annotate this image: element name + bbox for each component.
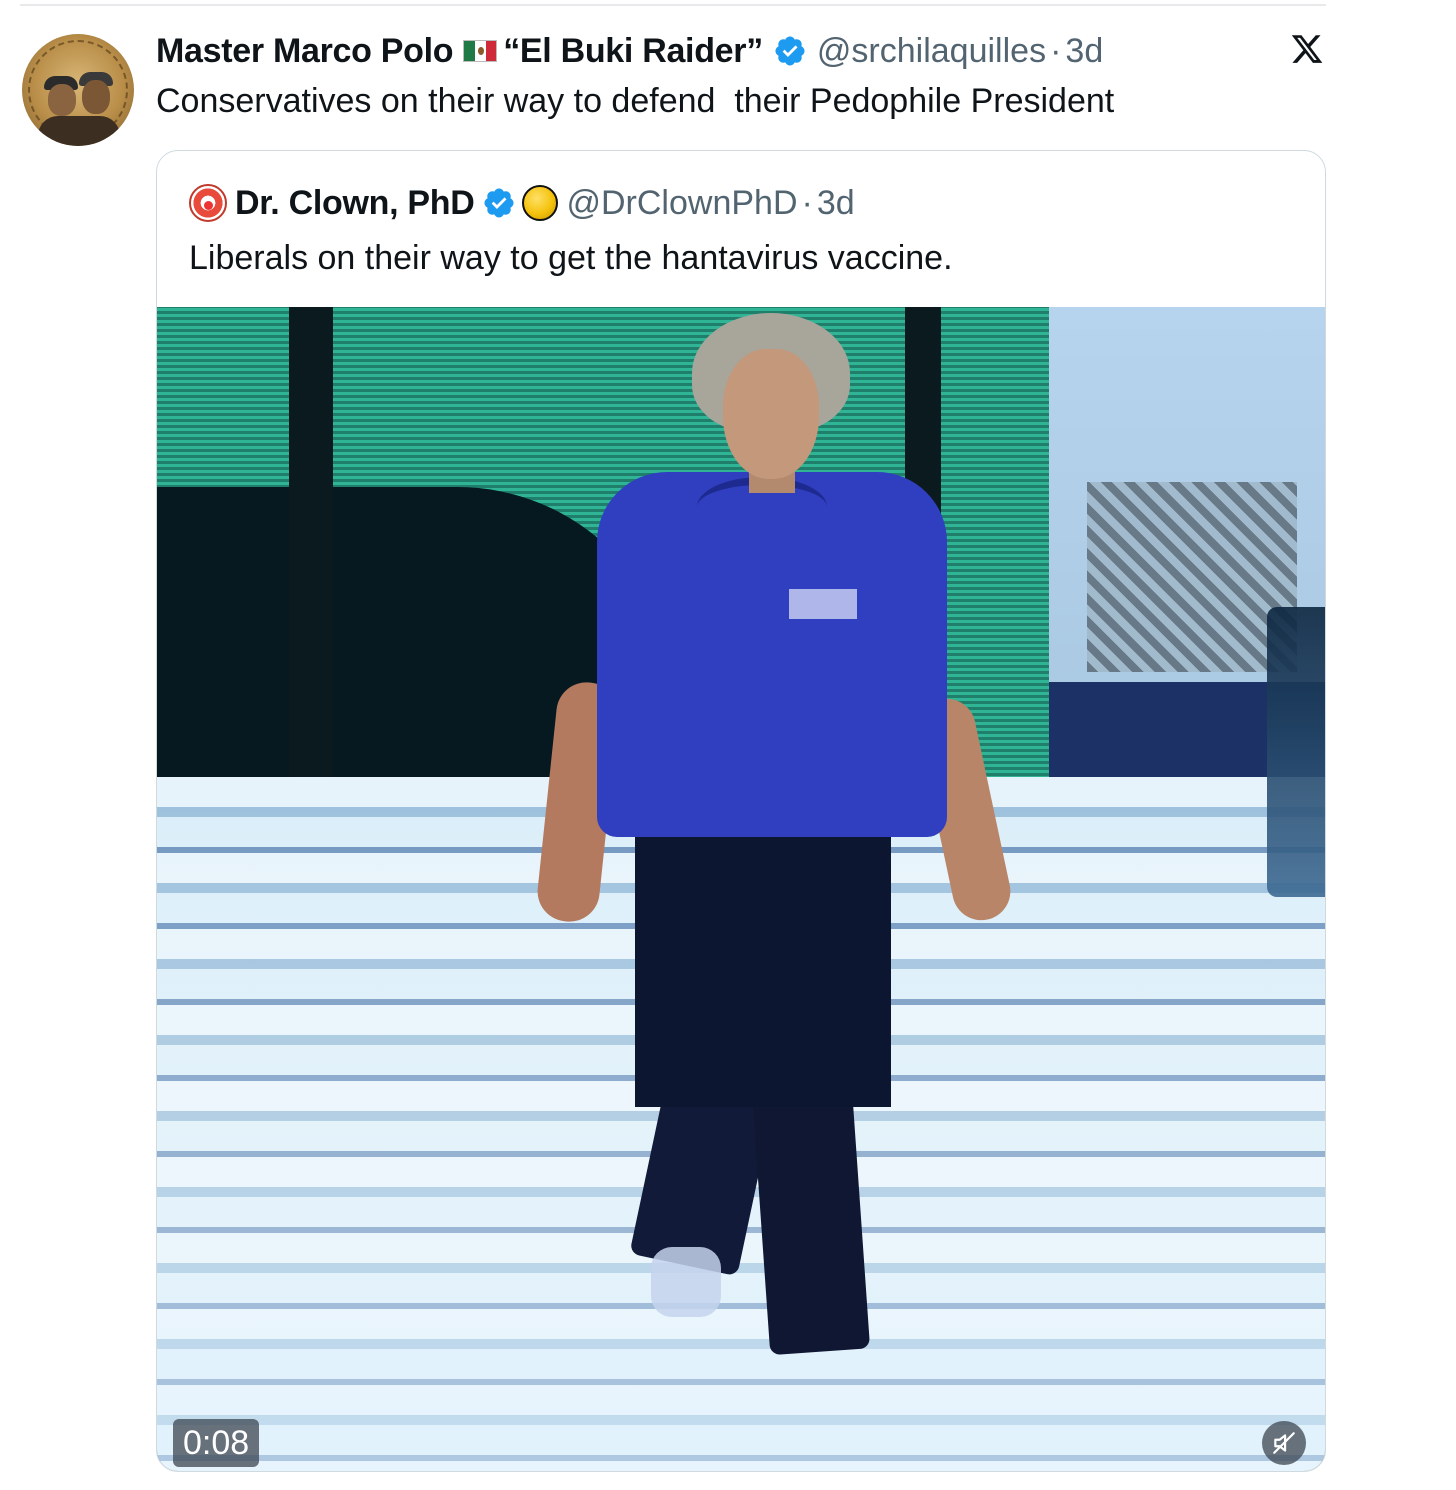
author-name[interactable]: Master Marco Polo bbox=[156, 32, 454, 71]
tweet-text: Conservatives on their way to defend the… bbox=[156, 82, 1115, 120]
video-pillar bbox=[289, 307, 333, 797]
quoted-tweet-time[interactable]: 3d bbox=[817, 184, 855, 223]
muted-speaker-icon bbox=[1273, 1432, 1295, 1454]
mute-button[interactable] bbox=[1262, 1421, 1306, 1465]
tweet-header: Master Marco Polo “El Buki Raider” @srch… bbox=[156, 28, 1103, 74]
quoted-tweet-card[interactable]: Dr. Clown, PhD @DrClownPhD · 3d Liberals… bbox=[156, 150, 1326, 1472]
video-side-object bbox=[1267, 607, 1325, 897]
quoted-author-avatar[interactable] bbox=[189, 184, 227, 222]
author-handle[interactable]: @srchilaquilles bbox=[817, 32, 1046, 71]
figure-right-leg bbox=[751, 1083, 871, 1356]
author-nickname[interactable]: “El Buki Raider” bbox=[503, 32, 763, 71]
quoted-author-name[interactable]: Dr. Clown, PhD bbox=[235, 184, 475, 223]
avatar-face-left bbox=[48, 84, 76, 116]
figure-face bbox=[723, 349, 819, 479]
quoted-author-handle[interactable]: @DrClownPhD bbox=[566, 184, 797, 223]
author-avatar[interactable] bbox=[22, 34, 134, 146]
avatar-bodies bbox=[38, 116, 120, 146]
verified-badge-icon bbox=[775, 36, 805, 66]
tweet-time[interactable]: 3d bbox=[1065, 32, 1103, 71]
yellow-circle-icon bbox=[522, 185, 559, 221]
x-logo-icon[interactable] bbox=[1290, 32, 1324, 66]
video-player[interactable]: 0:08 bbox=[157, 307, 1325, 1471]
verified-badge-icon bbox=[484, 188, 515, 218]
quoted-tweet-text: Liberals on their way to get the hantavi… bbox=[189, 239, 953, 277]
figure-shirt-logo bbox=[789, 589, 857, 619]
quoted-tweet-header: Dr. Clown, PhD @DrClownPhD · 3d bbox=[189, 183, 855, 223]
video-lattice bbox=[1087, 482, 1297, 672]
figure-left-shoe bbox=[651, 1247, 721, 1317]
mexico-flag-icon bbox=[463, 40, 498, 62]
video-duration: 0:08 bbox=[173, 1419, 260, 1467]
figure-pants bbox=[635, 807, 891, 1107]
top-divider bbox=[20, 4, 1326, 6]
separator-dot: · bbox=[1050, 31, 1062, 70]
avatar-face-right bbox=[82, 80, 110, 114]
separator-dot: · bbox=[801, 183, 813, 222]
